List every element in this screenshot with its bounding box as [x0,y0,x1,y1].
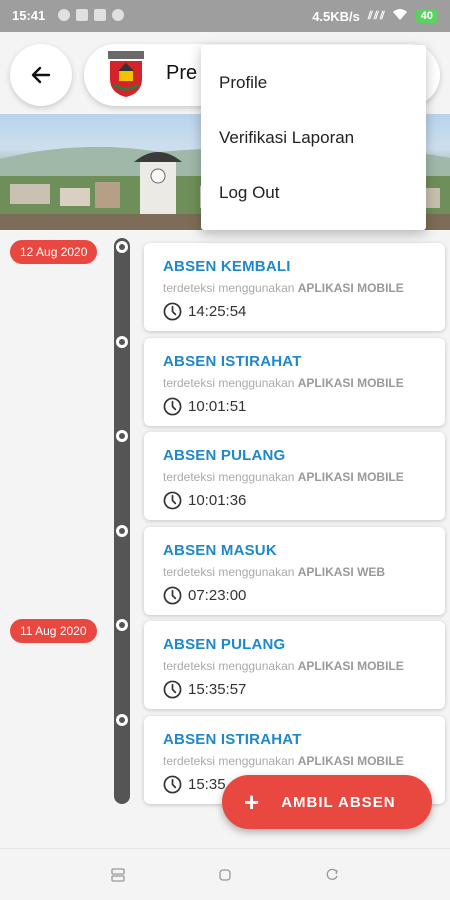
clock-icon [163,680,182,699]
menu-item-log-out[interactable]: Log Out [201,165,426,220]
notification-icon [112,9,124,21]
navigation-bar [0,848,450,900]
attendance-card[interactable]: ABSEN KEMBALI terdeteksi menggunakan APL… [144,243,445,331]
date-badge: 12 Aug 2020 [10,240,98,264]
menu-item-profile[interactable]: Profile [201,55,426,110]
page-title: Pre [166,62,198,84]
download-icon [94,9,106,21]
timeline-dot-icon [116,430,128,442]
notification-icon [58,9,70,21]
detection-source: terdeteksi menggunakan APLIKASI WEB [163,565,386,579]
attendance-card[interactable]: ABSEN PULANG terdeteksi menggunakan APLI… [144,432,445,520]
back-nav-icon [326,868,338,880]
attendance-time: 15:35 [188,776,226,793]
attendance-time: 07:23:00 [188,587,247,604]
attendance-card[interactable]: ABSEN PULANG terdeteksi menggunakan APLI… [144,621,445,709]
back-nav-button[interactable] [322,865,342,885]
detection-source: terdeteksi menggunakan APLIKASI MOBILE [163,470,404,484]
app-notification-icon [76,9,88,21]
clock-icon [163,302,182,321]
menu-item-verifikasi-laporan[interactable]: Verifikasi Laporan [201,110,426,165]
timeline-dot-icon [116,241,128,253]
detection-source: terdeteksi menggunakan APLIKASI MOBILE [163,281,404,295]
home-icon [219,869,231,881]
attendance-time: 10:01:36 [188,492,247,509]
home-button[interactable] [215,865,235,885]
attendance-time: 10:01:51 [188,398,247,415]
plus-icon: + [244,787,260,817]
overflow-menu: Profile Verifikasi Laporan Log Out [201,45,426,230]
back-button[interactable] [10,44,72,106]
clock-icon [163,491,182,510]
network-speed: 4.5KB/s [312,8,360,24]
attendance-card[interactable]: ABSEN ISTIRAHAT terdeteksi menggunakan A… [144,338,445,426]
attendance-type: ABSEN ISTIRAHAT [163,353,302,370]
recent-apps-button[interactable] [108,865,128,885]
arrow-left-icon [31,66,51,84]
attendance-time: 14:25:54 [188,303,247,320]
battery-indicator: 40 [415,9,438,23]
detection-source: terdeteksi menggunakan APLIKASI MOBILE [163,659,404,673]
attendance-card[interactable]: ABSEN MASUK terdeteksi menggunakan APLIK… [144,527,445,615]
attendance-type: ABSEN KEMBALI [163,258,291,275]
status-time: 15:41 [12,8,46,23]
regional-logo [108,51,144,97]
clock-icon [163,586,182,605]
date-badge: 11 Aug 2020 [10,619,97,643]
signal-icon: ⫽ ⫽ ⫽ [367,9,385,22]
timeline-dot-icon [116,525,128,537]
clock-icon [163,397,182,416]
timeline-dot-icon [116,336,128,348]
recent-apps-icon [111,868,125,882]
ambil-absen-label: AMBIL ABSEN [281,793,396,811]
detection-source: terdeteksi menggunakan APLIKASI MOBILE [163,754,404,768]
wifi-icon [392,8,408,24]
timeline-dot-icon [116,619,128,631]
attendance-type: ABSEN ISTIRAHAT [163,731,302,748]
status-bar: 15:41 4.5KB/s ⫽ ⫽ ⫽ 40 [0,0,450,32]
attendance-type: ABSEN MASUK [163,542,277,559]
timeline-dot-icon [116,714,128,726]
attendance-time: 15:35:57 [188,681,247,698]
clock-icon [163,775,182,794]
attendance-type: ABSEN PULANG [163,636,286,653]
attendance-type: ABSEN PULANG [163,447,286,464]
detection-source: terdeteksi menggunakan APLIKASI MOBILE [163,376,404,390]
ambil-absen-button[interactable]: + AMBIL ABSEN [222,775,432,829]
